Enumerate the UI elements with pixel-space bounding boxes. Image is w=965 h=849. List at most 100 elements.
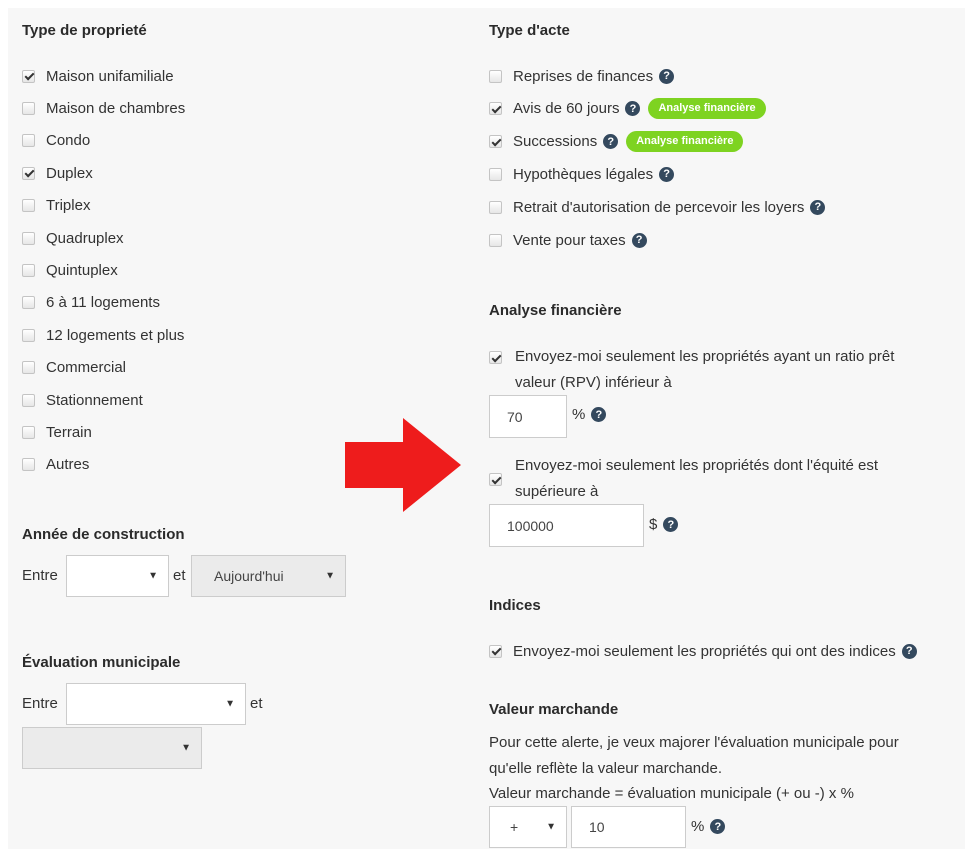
property-type-title: Type de proprieté [22,22,147,39]
question-circle-icon[interactable]: ? [659,68,675,84]
ratio-unit-group: % ? [572,406,607,423]
property-type-option-maison-de-chambres[interactable]: Maison de chambres [22,98,185,118]
municipal-eval-from-select[interactable]: ▼ [66,683,246,725]
caret-down-icon: ▼ [225,698,235,710]
property-type-checkbox[interactable] [22,101,35,115]
financial-analysis-title: Analyse financière [489,302,622,319]
act-type-checkbox[interactable] [489,167,502,181]
municipal-eval-to-select[interactable]: ▼ [22,727,202,769]
property-type-label: Triplex [46,197,91,215]
question-circle-icon[interactable]: ? [810,199,826,215]
municipal-eval-and-label: et [250,695,263,712]
act-type-checkbox[interactable] [489,200,502,214]
property-type-option-6-a-11-logements[interactable]: 6 à 11 logements [22,293,160,313]
ratio-label: Envoyez-moi seulement les propriétés aya… [515,344,894,396]
ratio-checkbox[interactable] [489,351,502,364]
construction-year-from-select[interactable]: ▼ [66,555,169,597]
question-circle-icon[interactable]: ? [710,819,726,834]
question-circle-icon[interactable]: ? [603,134,619,150]
property-type-label: Autres [46,456,90,474]
property-type-checkbox[interactable] [22,231,35,245]
property-type-checkbox[interactable] [22,69,35,83]
property-type-option-quintuplex[interactable]: Quintuplex [22,260,118,280]
market-value-formula: Valeur marchande = évaluation municipale… [489,785,854,802]
equity-unit: $ [649,516,658,533]
ratio-unit: % [572,406,586,423]
act-type-checkbox[interactable] [489,102,502,116]
property-type-checkbox[interactable] [22,296,35,310]
municipal-eval-between-label: Entre [22,695,58,712]
question-circle-icon[interactable]: ? [625,101,641,117]
act-type-label: Reprises de finances [513,67,654,85]
property-type-label: Duplex [46,164,93,182]
equity-checkbox[interactable] [489,473,502,486]
question-circle-icon[interactable]: ? [591,407,607,422]
market-value-desc-line2: qu'elle reflète la valeur marchande. [489,760,722,777]
property-type-checkbox[interactable] [22,328,35,342]
clues-label: Envoyez-moi seulement les propriétés qui… [513,642,896,660]
property-type-option-12-logements-et-plus[interactable]: 12 logements et plus [22,325,184,345]
market-value-description: Pour cette alerte, je veux majorer l'éva… [489,730,899,782]
question-circle-icon[interactable]: ? [901,643,917,659]
construction-year-between-label: Entre [22,567,58,584]
property-type-checkbox[interactable] [22,263,35,277]
act-type-label: Vente pour taxes [513,231,626,249]
property-type-checkbox[interactable] [22,166,35,180]
ratio-input[interactable]: 70 [489,395,567,438]
property-type-option-maison-unifamiliale[interactable]: Maison unifamiliale [22,66,174,86]
property-type-checkbox[interactable] [22,199,35,213]
question-circle-icon[interactable]: ? [659,166,675,182]
caret-down-icon: ▼ [546,821,556,833]
equity-value: 100000 [507,517,554,534]
property-type-checkbox[interactable] [22,361,35,375]
property-type-option-duplex[interactable]: Duplex [22,163,93,183]
act-type-checkbox[interactable] [489,135,502,149]
ratio-value: 70 [507,408,523,425]
market-value-sign-select[interactable]: + ▼ [489,806,567,848]
act-type-option-successions[interactable]: Successions? Analyse financière [489,131,744,153]
question-circle-icon[interactable]: ? [663,517,679,532]
act-type-option-retrait-d-autorisation-de-percevoir-les-loyers[interactable]: Retrait d'autorisation de percevoir les … [489,197,826,217]
act-type-option-hypotheques-legales[interactable]: Hypothèques légales? [489,164,675,184]
property-type-label: Maison unifamiliale [46,67,174,85]
equity-input[interactable]: 100000 [489,504,644,547]
property-type-label: Quadruplex [46,229,124,247]
property-type-label: Quintuplex [46,261,118,279]
property-type-checkbox[interactable] [22,393,35,407]
act-type-label: Retrait d'autorisation de percevoir les … [513,198,805,216]
property-type-option-quadruplex[interactable]: Quadruplex [22,228,124,248]
act-type-label: Successions [513,133,598,151]
act-type-option-vente-pour-taxes[interactable]: Vente pour taxes? [489,230,647,250]
market-value-unit-group: % ? [691,818,726,835]
property-type-option-condo[interactable]: Condo [22,131,90,151]
question-circle-icon[interactable]: ? [631,232,647,248]
property-type-checkbox[interactable] [22,134,35,148]
clues-row[interactable]: Envoyez-moi seulement les propriétés qui… [489,641,917,661]
property-type-label: Maison de chambres [46,99,186,117]
property-type-checkbox[interactable] [22,425,35,439]
property-type-option-triplex[interactable]: Triplex [22,196,90,216]
property-type-option-stationnement[interactable]: Stationnement [22,390,143,410]
construction-year-and-label: et [173,567,186,584]
market-value-unit: % [691,818,705,835]
property-type-label: Commercial [46,359,127,377]
property-type-option-commercial[interactable]: Commercial [22,358,126,378]
market-value-title: Valeur marchande [489,701,619,718]
property-type-label: Stationnement [46,391,143,409]
ratio-label-line2: valeur (RPV) inférieur à [515,374,672,391]
act-type-option-reprises-de-finances[interactable]: Reprises de finances? [489,66,675,86]
act-type-checkbox[interactable] [489,69,502,83]
market-value-percent-input[interactable]: 10 [571,806,686,848]
act-type-option-avis-de-60-jours[interactable]: Avis de 60 jours? Analyse financière [489,98,766,120]
ratio-label-line1: Envoyez-moi seulement les propriétés aya… [515,348,895,365]
red-right-arrow-icon [345,418,461,512]
property-type-option-terrain[interactable]: Terrain [22,422,92,442]
market-value-percent-value: 10 [589,819,605,835]
act-type-label: Hypothèques légales [513,165,654,183]
property-type-checkbox[interactable] [22,458,35,472]
act-type-checkbox[interactable] [489,233,502,247]
act-type-label: Avis de 60 jours [513,100,620,118]
construction-year-to-select[interactable]: Aujourd'hui ▼ [191,555,346,597]
property-type-option-autres[interactable]: Autres [22,455,89,475]
clues-checkbox[interactable] [489,644,502,658]
